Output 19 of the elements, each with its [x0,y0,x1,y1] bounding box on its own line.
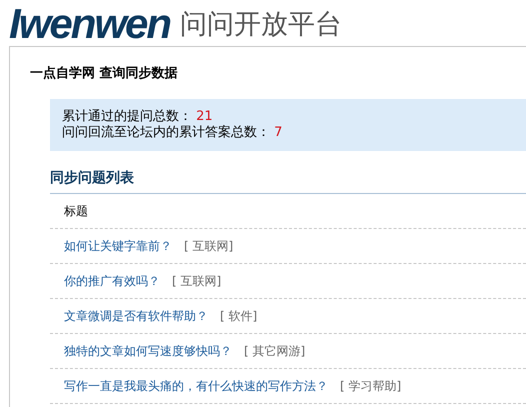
stat-label: 累计通过的提问总数： [62,108,192,124]
logo-text: Iwenwen [9,0,172,44]
question-link[interactable]: 文章微调是否有软件帮助？ [64,306,208,324]
stat-label: 问问回流至论坛内的累计答案总数： [62,124,270,140]
question-link[interactable]: 写作一直是我最头痛的，有什么快速的写作方法？ [64,376,328,394]
question-link[interactable]: 如何让关键字靠前？ [64,236,172,254]
category-label: [ 互联网] [184,238,234,254]
stat-value: 21 [196,108,213,124]
category-label: [ 学习帮助] [340,378,402,394]
column-header: 标题 [64,202,88,220]
section-title: 同步问题列表 [50,168,526,194]
question-link[interactable]: 独特的文章如何写速度够快吗？ [64,342,232,360]
category-label: [ 其它网游] [244,342,306,360]
question-link[interactable]: 你的推广有效吗？ [64,272,160,290]
tagline: 问问开放平台 [180,11,342,38]
category-label: [ 互联网] [172,272,222,290]
stat-value: 7 [274,124,282,140]
category-label: [ 软件] [220,308,258,324]
page-title: 一点自学网 查询同步数据 [30,65,179,83]
